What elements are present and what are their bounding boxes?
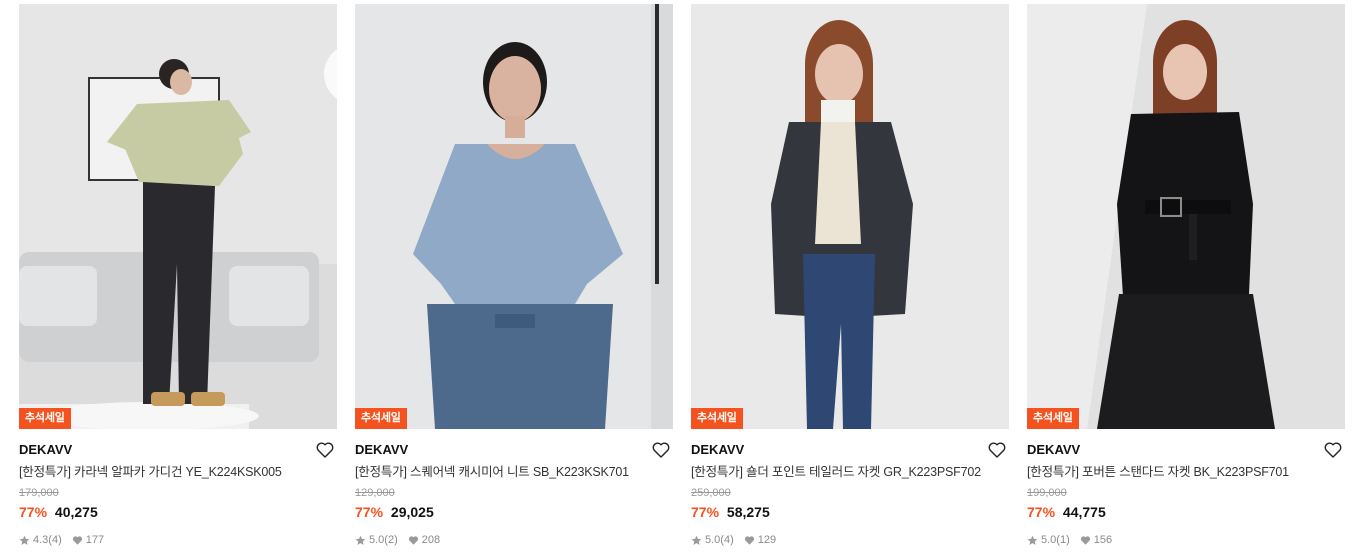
product-meta: 5.0 (4) 129 <box>691 533 1009 547</box>
product-card[interactable]: 추석세일 DEKAVV [한정특가] 스퀘어넥 캐시미어 니트 SB_K223K… <box>355 4 673 555</box>
original-price: 199,000 <box>1027 487 1067 499</box>
rating-value: 5.0 <box>705 534 721 546</box>
rating-value: 5.0 <box>1041 534 1057 546</box>
star-icon <box>1027 535 1038 545</box>
heart-filled-icon <box>744 535 754 545</box>
like-count: 129 <box>757 534 777 546</box>
product-title[interactable]: [한정특가] 숄더 포인트 테일러드 자켓 GR_K223PSF702 <box>691 463 1009 481</box>
product-meta: 5.0 (2) 208 <box>355 533 673 547</box>
heart-icon[interactable] <box>987 440 1007 460</box>
price-row: 77% 44,775 <box>1027 503 1345 521</box>
sale-price: 40,275 <box>54 504 98 520</box>
rating-value: 5.0 <box>369 534 385 546</box>
sale-price: 58,275 <box>726 504 770 520</box>
brand-name[interactable]: DEKAVV <box>355 439 673 461</box>
like-count: 177 <box>85 534 105 546</box>
heart-icon[interactable] <box>315 440 335 460</box>
sale-badge: 추석세일 <box>691 408 743 429</box>
review-count: (2) <box>384 534 398 546</box>
sale-price: 44,775 <box>1062 504 1106 520</box>
price-row: 77% 29,025 <box>355 503 673 521</box>
heart-icon[interactable] <box>651 440 671 460</box>
star-icon <box>355 535 366 545</box>
rating-value: 4.3 <box>33 534 49 546</box>
product-image[interactable]: 추석세일 <box>1027 4 1345 429</box>
discount-rate: 77% <box>1027 504 1056 520</box>
product-meta: 4.3 (4) 177 <box>19 533 337 547</box>
product-card[interactable]: 추석세일 DEKAVV [한정특가] 카라넥 알파카 가디건 YE_K224KS… <box>19 4 337 555</box>
original-price: 129,000 <box>355 487 395 499</box>
sale-price: 29,025 <box>390 504 434 520</box>
heart-filled-icon <box>1080 535 1090 545</box>
product-card[interactable]: 추석세일 DEKAVV [한정특가] 숄더 포인트 테일러드 자켓 GR_K22… <box>691 4 1009 555</box>
discount-rate: 77% <box>691 504 720 520</box>
review-count: (1) <box>1056 534 1070 546</box>
discount-rate: 77% <box>355 504 384 520</box>
review-count: (4) <box>720 534 734 546</box>
product-card[interactable]: 추석세일 DEKAVV [한정특가] 포버튼 스탠다드 자켓 BK_K223PS… <box>1027 4 1345 555</box>
brand-name[interactable]: DEKAVV <box>1027 439 1345 461</box>
like-count: 156 <box>1093 534 1113 546</box>
original-price: 179,000 <box>19 487 59 499</box>
review-count: (4) <box>48 534 62 546</box>
price-row: 77% 58,275 <box>691 503 1009 521</box>
sale-badge: 추석세일 <box>355 408 407 429</box>
heart-icon[interactable] <box>1323 440 1343 460</box>
product-title[interactable]: [한정특가] 카라넥 알파카 가디건 YE_K224KSK005 <box>19 463 337 481</box>
sale-badge: 추석세일 <box>1027 408 1079 429</box>
product-meta: 5.0 (1) 156 <box>1027 533 1345 547</box>
brand-name[interactable]: DEKAVV <box>691 439 1009 461</box>
like-count: 208 <box>421 534 441 546</box>
product-grid: 추석세일 DEKAVV [한정특가] 카라넥 알파카 가디건 YE_K224KS… <box>0 0 1356 555</box>
price-row: 77% 40,275 <box>19 503 337 521</box>
heart-filled-icon <box>72 535 82 545</box>
star-icon <box>19 535 30 545</box>
heart-filled-icon <box>408 535 418 545</box>
product-title[interactable]: [한정특가] 포버튼 스탠다드 자켓 BK_K223PSF701 <box>1027 463 1345 481</box>
product-image[interactable]: 추석세일 <box>691 4 1009 429</box>
product-title[interactable]: [한정특가] 스퀘어넥 캐시미어 니트 SB_K223KSK701 <box>355 463 673 481</box>
brand-name[interactable]: DEKAVV <box>19 439 337 461</box>
sale-badge: 추석세일 <box>19 408 71 429</box>
product-image[interactable]: 추석세일 <box>355 4 673 429</box>
discount-rate: 77% <box>19 504 48 520</box>
star-icon <box>691 535 702 545</box>
product-image[interactable]: 추석세일 <box>19 4 337 429</box>
original-price: 259,000 <box>691 487 731 499</box>
